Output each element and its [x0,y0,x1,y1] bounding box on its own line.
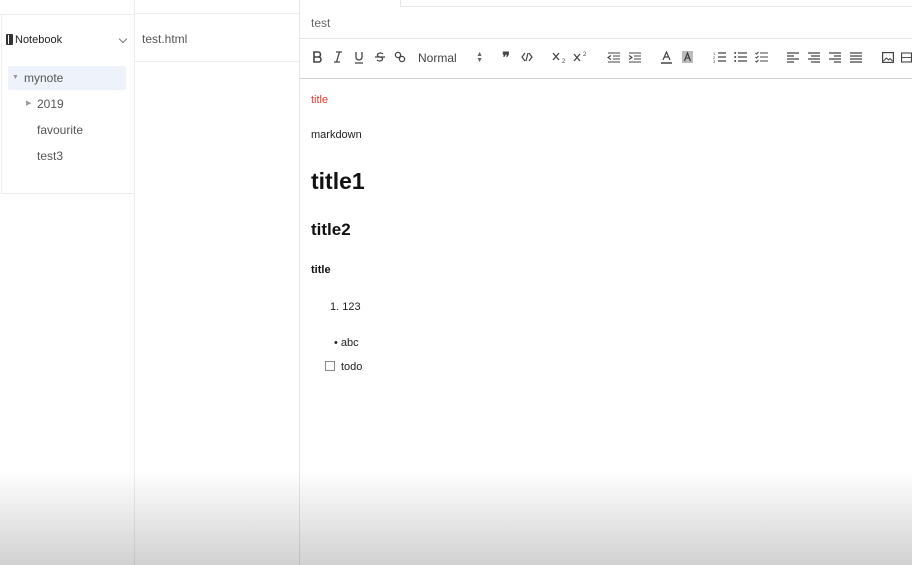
header-select[interactable]: Normal ▲ ▼ [413,48,483,68]
header-select-value: Normal [418,51,457,65]
tree-item-label: test3 [37,149,64,163]
caret-right-icon[interactable]: ▶ [26,92,31,116]
strike-icon[interactable] [372,47,388,67]
align-center-icon[interactable] [806,47,822,67]
svg-text:2: 2 [562,59,566,64]
quote-icon[interactable]: ❞ [498,47,514,67]
bold-icon[interactable] [309,47,325,67]
select-arrows-icon: ▲ ▼ [476,51,483,64]
chevron-down-icon[interactable] [118,34,128,44]
notebook-selector[interactable]: Notebook [4,32,130,50]
svg-text:2: 2 [583,52,587,58]
notebook-sidebar: Notebook ▼ mynote ▶ 2019 favourite test3 [0,0,135,565]
font-color-icon[interactable] [658,47,674,67]
todo-item-label: todo [341,361,363,373]
indent-icon[interactable] [626,47,642,67]
bullet-list-item: • abc [334,337,359,349]
tree-item-label: favourite [37,123,84,137]
checkbox-icon[interactable] [325,361,335,371]
check-list-icon[interactable] [753,47,769,67]
editor-content[interactable]: title markdown title1 title2 title 1. 12… [300,80,912,565]
tree-item-label: 2019 [37,97,64,111]
editor-top-divider [400,0,912,7]
ordered-list-item: 1. 123 [330,301,361,313]
superscript-icon[interactable]: 2 [572,47,590,67]
subscript-icon[interactable]: 2 [551,47,569,67]
content-red-title: title [311,94,329,106]
notebook-icon [6,34,13,45]
tree-item-favourite[interactable]: favourite [8,118,126,142]
tree-item-label: mynote [24,71,64,85]
background-color-icon[interactable] [679,47,695,67]
tree-item-mynote[interactable]: ▼ mynote [8,66,126,90]
sidebar-top-divider [0,0,134,15]
align-justify-icon[interactable] [848,47,864,67]
content-heading-3: title [311,264,331,276]
todo-item: todo [325,361,362,373]
bullet-list-icon[interactable] [732,47,748,67]
content-paragraph: markdown [311,129,362,141]
file-item-test-html[interactable]: test.html [135,13,299,62]
align-right-icon[interactable] [827,47,843,67]
tree-item-test3[interactable]: test3 [8,144,126,168]
editor-pane: test Normal ▲ ▼ ❞ 2 2 1 2 3 title markdo… [300,0,912,565]
caret-down-icon[interactable]: ▼ [12,66,19,90]
svg-text:3: 3 [713,59,716,63]
align-left-icon[interactable] [785,47,801,67]
link-icon[interactable] [392,47,408,67]
video-icon[interactable] [901,47,912,67]
document-title[interactable]: test [311,16,330,30]
outdent-icon[interactable] [605,47,621,67]
content-heading-1: title1 [311,168,365,194]
content-heading-2: title2 [311,220,351,239]
editor-toolbar: Normal ▲ ▼ ❞ 2 2 1 2 3 [300,38,912,79]
file-item-label: test.html [142,32,188,46]
tree-item-2019[interactable]: ▶ 2019 [8,92,126,116]
italic-icon[interactable] [330,47,346,67]
file-list: test.html [135,0,300,565]
notebook-selector-label: Notebook [15,34,63,46]
underline-icon[interactable] [351,47,367,67]
code-icon[interactable] [519,47,535,67]
ordered-list-icon[interactable]: 123 [711,47,727,67]
image-icon[interactable] [880,47,896,67]
